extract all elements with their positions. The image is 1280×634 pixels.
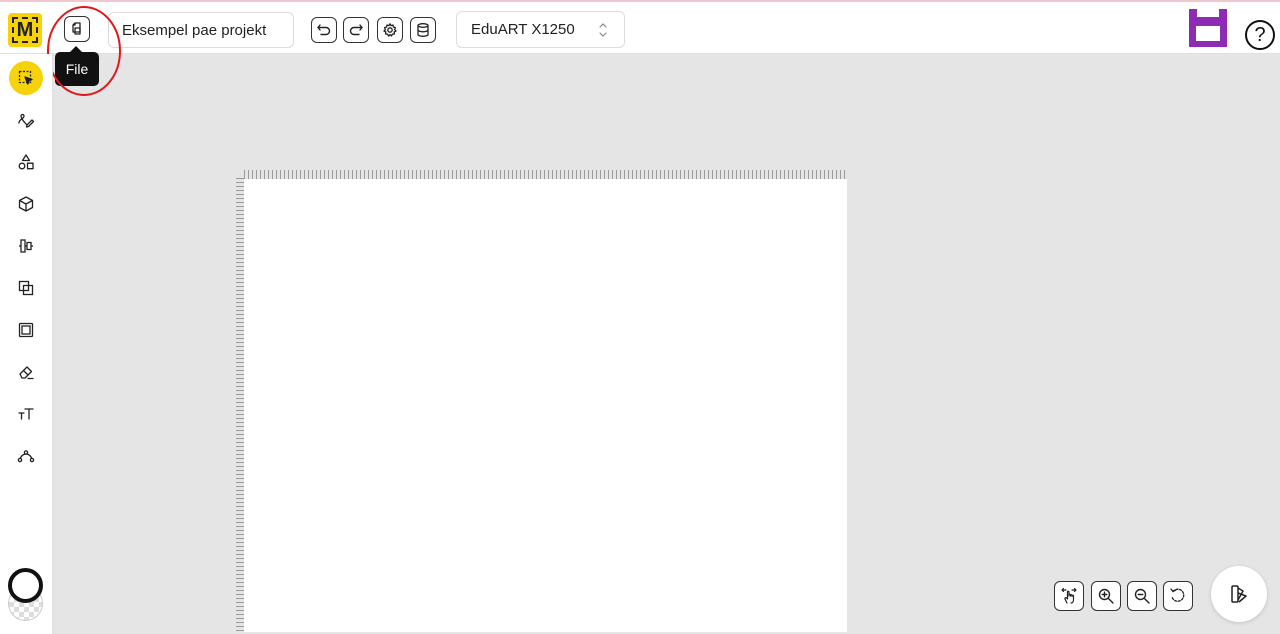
chevron-up-down-icon [599,23,607,37]
zoom-in-button[interactable] [1091,581,1121,611]
node-edit-icon [17,450,35,463]
material-swatch-icon [1231,585,1247,603]
shapes-icon [18,154,34,170]
machine-select-value: EduART X1250 [471,21,575,38]
shapes-tool[interactable] [9,145,43,179]
3d-cube-icon [18,196,34,212]
redo-button[interactable] [343,17,369,43]
material-database-button[interactable] [410,17,436,43]
frame-icon [18,322,34,338]
logo-letter: M [12,17,38,43]
3d-tool[interactable] [9,187,43,221]
stroke-color-swatch[interactable] [8,568,43,603]
combine-tool[interactable] [9,271,43,305]
undo-button[interactable] [311,17,337,43]
redo-icon [349,24,363,36]
select-tool[interactable] [9,61,43,95]
help-symbol: ? [1254,23,1266,46]
machine-select[interactable]: EduART X1250 [456,11,625,48]
project-name-input[interactable] [108,12,294,48]
pan-button[interactable] [1054,581,1084,611]
app-logo: M [8,13,42,47]
pan-hand-icon [1061,587,1077,604]
select-icon [18,70,33,85]
eraser-icon [19,366,34,380]
align-tool[interactable] [9,229,43,263]
reset-view-button[interactable] [1163,581,1193,611]
frame-tool[interactable] [9,313,43,347]
reset-view-icon [1170,588,1185,602]
combine-icon [18,280,34,296]
pen-draw-icon [18,113,35,128]
vertical-ruler [236,178,244,632]
material-button[interactable] [1211,566,1267,622]
settings-gear-icon [383,23,397,37]
help-icon[interactable]: ? [1245,20,1275,50]
zoom-out-icon [1134,588,1150,604]
settings-button[interactable] [377,17,403,43]
tool-sidebar [0,54,53,634]
horizontal-ruler [244,170,846,179]
text-tool[interactable] [9,397,43,431]
undo-icon [317,24,331,36]
zoom-out-button[interactable] [1127,581,1157,611]
save-icon[interactable] [1186,6,1230,50]
draw-tool[interactable] [9,103,43,137]
design-canvas[interactable] [244,179,847,632]
node-edit-tool[interactable] [9,439,43,473]
material-database-icon [417,23,429,37]
top-toolbar: M EduART X1250 [0,0,1280,54]
highlight-circle-annotation [47,6,121,96]
zoom-in-icon [1098,588,1114,604]
align-icon [19,239,33,253]
text-icon [18,408,34,420]
eraser-tool[interactable] [9,355,43,389]
